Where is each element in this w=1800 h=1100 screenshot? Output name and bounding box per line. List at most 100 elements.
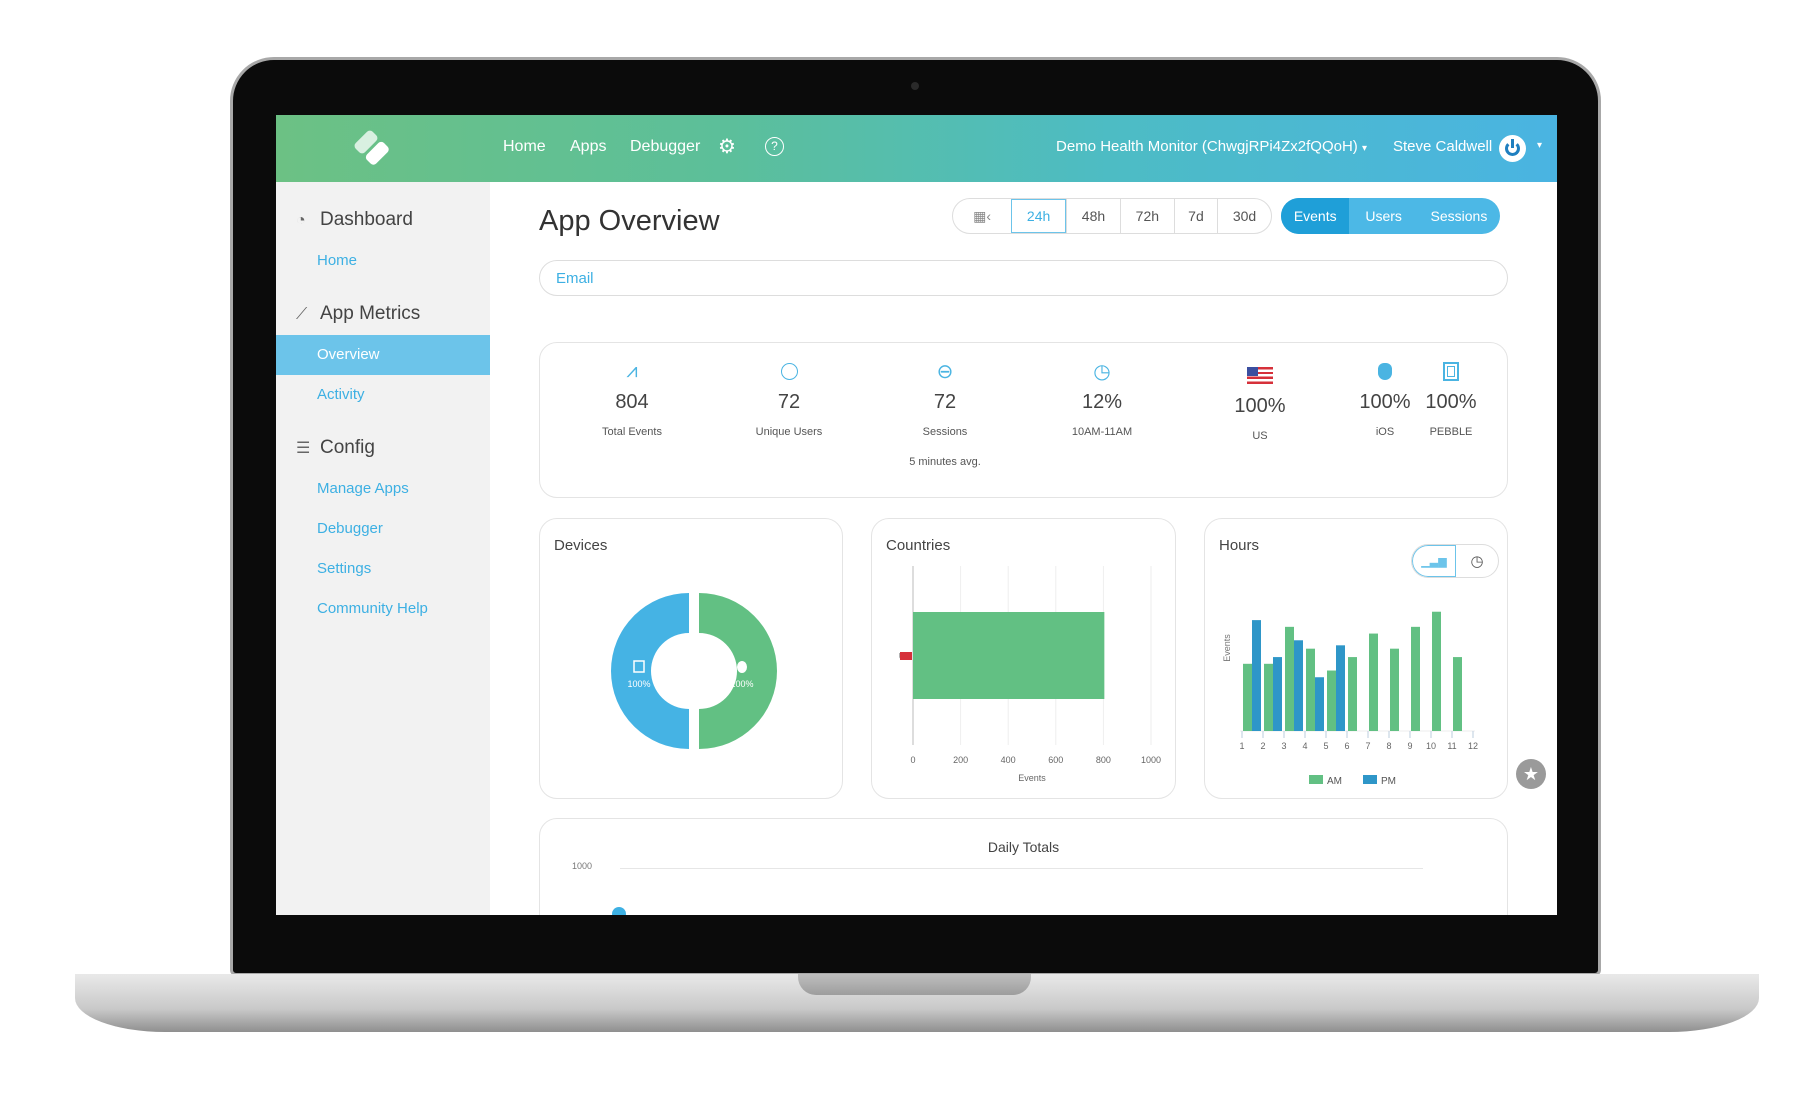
metric-users[interactable]: Users [1349,198,1417,234]
hours-chart: 1 2 3 4 5 6 7 8 9 10 11 12EventsAM PM [1222,611,1478,787]
nav-home[interactable]: Home [503,138,546,156]
app-selector[interactable]: Demo Health Monitor (ChwgjRPi4Zx2fQQoH) … [1056,138,1367,155]
x-tick-label: 600 [1048,755,1063,765]
pie-slice-ios[interactable] [699,593,777,749]
sidebar-section-app-metrics: ⟋ App Metrics [296,303,420,325]
sidebar [276,182,490,915]
bar-pm-3[interactable] [1294,640,1303,731]
bar-am-9[interactable] [1411,626,1420,731]
bar-am-5[interactable] [1327,670,1336,731]
range-24h[interactable]: 24h [1011,199,1067,233]
metric-selector: Events Users Sessions [1281,198,1500,234]
sidebar-item-manage-apps[interactable]: Manage Apps [317,480,409,497]
bar-pm-4[interactable] [1315,677,1324,731]
app-screen: Home Apps Debugger ⚙ ? Demo Health Monit… [276,115,1557,915]
stat-country: 100% US [1195,347,1325,442]
feedback-star-icon[interactable]: ★ [1516,759,1546,789]
pie-slice-pebble[interactable] [611,593,689,749]
page-title: App Overview [539,205,720,237]
bar-am-11[interactable] [1453,657,1462,731]
session-icon: ⊖ [936,360,954,383]
user-name[interactable]: Steve Caldwell [1393,138,1492,155]
data-point[interactable] [612,907,626,915]
metric-events[interactable]: Events [1281,198,1350,234]
sidebar-item-overview[interactable]: Overview [317,346,380,363]
y-axis-label: Events [1222,634,1232,662]
countries-card: Countries 02004006008001000USEvents [871,518,1176,799]
laptop-notch [798,974,1031,995]
toggles-icon: ☰ [296,440,311,457]
sidebar-item-community-help[interactable]: Community Help [317,600,428,617]
gear-icon[interactable]: ⚙ [718,134,736,159]
bar-am-3[interactable] [1285,626,1294,731]
sidebar-item-settings[interactable]: Settings [317,560,371,577]
range-48h[interactable]: 48h [1066,199,1120,233]
legend-swatch-pm [1363,775,1377,784]
bar-pm-1[interactable] [1252,620,1261,731]
range-7d[interactable]: 7d [1173,199,1217,233]
pie-label-ios: 100% [730,679,753,689]
sidebar-item-activity[interactable]: Activity [317,386,365,403]
bar-am-1[interactable] [1243,663,1252,731]
bar-am-8[interactable] [1390,648,1399,731]
stat-sub: 5 minutes avg. [909,456,981,468]
top-nav: Home Apps Debugger ⚙ ? Demo Health Monit… [276,115,1557,182]
bar-am-4[interactable] [1306,648,1315,731]
help-icon[interactable]: ? [765,137,784,156]
chevron-down-icon: ▾ [1361,143,1367,154]
time-range-selector: ▦‹ 24h 48h 72h 7d 30d [952,198,1272,234]
nav-apps[interactable]: Apps [570,138,606,156]
power-icon[interactable] [1499,135,1526,162]
apple-icon [737,661,747,673]
bar-am-2[interactable] [1264,663,1273,731]
stat-pebble: 100% PEBBLE [1416,343,1486,438]
x-tick-label: 5 [1323,741,1328,751]
bar-pm-2[interactable] [1273,657,1282,731]
nav-debugger[interactable]: Debugger [630,138,700,156]
devices-card: Devices 100% 100% [539,518,843,799]
sidebar-section-config: ☰ Config [296,437,375,459]
stat-value: 804 [615,391,649,413]
logo-icon [354,130,389,165]
stat-value: 72 [933,391,957,413]
daily-totals-card: Daily Totals 1000 [539,818,1508,915]
gridline [620,868,1423,869]
trend-icon: ⩘ [626,359,638,382]
apple-icon [1350,357,1420,385]
x-tick-label: 7 [1365,741,1370,751]
calendar-back-button[interactable]: ▦‹ [953,199,1011,233]
stat-label: Total Events [602,426,662,438]
stat-label: 10AM-11AM [1071,426,1133,438]
range-72h[interactable]: 72h [1119,199,1174,233]
bar-us[interactable] [913,612,1105,699]
metric-sessions[interactable]: Sessions [1418,198,1500,234]
stat-value: 72 [777,391,801,413]
x-tick-label: 1 [1239,741,1244,751]
chart-line-icon: ⟋ [296,306,308,323]
us-flag-icon [900,652,912,660]
stat-label: Sessions [922,426,968,438]
x-tick-label: 9 [1407,741,1412,751]
us-flag-icon [1195,361,1325,389]
bar-am-6[interactable] [1348,657,1357,731]
y-tick-label: 1000 [572,861,593,871]
gauge-icon: ◔ [296,212,306,229]
app-selector-label: Demo Health Monitor (ChwgjRPi4Zx2fQQoH) [1056,138,1358,155]
sidebar-section-dashboard: ◔ Dashboard [296,209,413,231]
x-tick-label: 2 [1260,741,1265,751]
sidebar-item-debugger[interactable]: Debugger [317,520,383,537]
bar-pm-5[interactable] [1336,645,1345,731]
x-axis-label: Events [1018,773,1046,783]
bar-am-10[interactable] [1432,611,1441,731]
x-tick-label: 4 [1302,741,1307,751]
bar-am-7[interactable] [1369,633,1378,731]
stat-peak-hour: ◷ 12% 10AM-11AM [1037,343,1167,439]
hours-card: Hours ▁▃▆ ◷ 1 2 3 4 5 6 7 8 9 10 11 12 Events AM PM [1204,518,1508,799]
sidebar-item-home[interactable]: Home [317,252,357,269]
user-menu-caret[interactable]: ▾ [1537,140,1542,151]
email-filter-input[interactable] [539,260,1508,296]
stat-label: Unique Users [755,426,823,438]
stat-value: 100% [1425,391,1477,413]
user-icon [724,357,854,385]
range-30d[interactable]: 30d [1217,199,1271,233]
